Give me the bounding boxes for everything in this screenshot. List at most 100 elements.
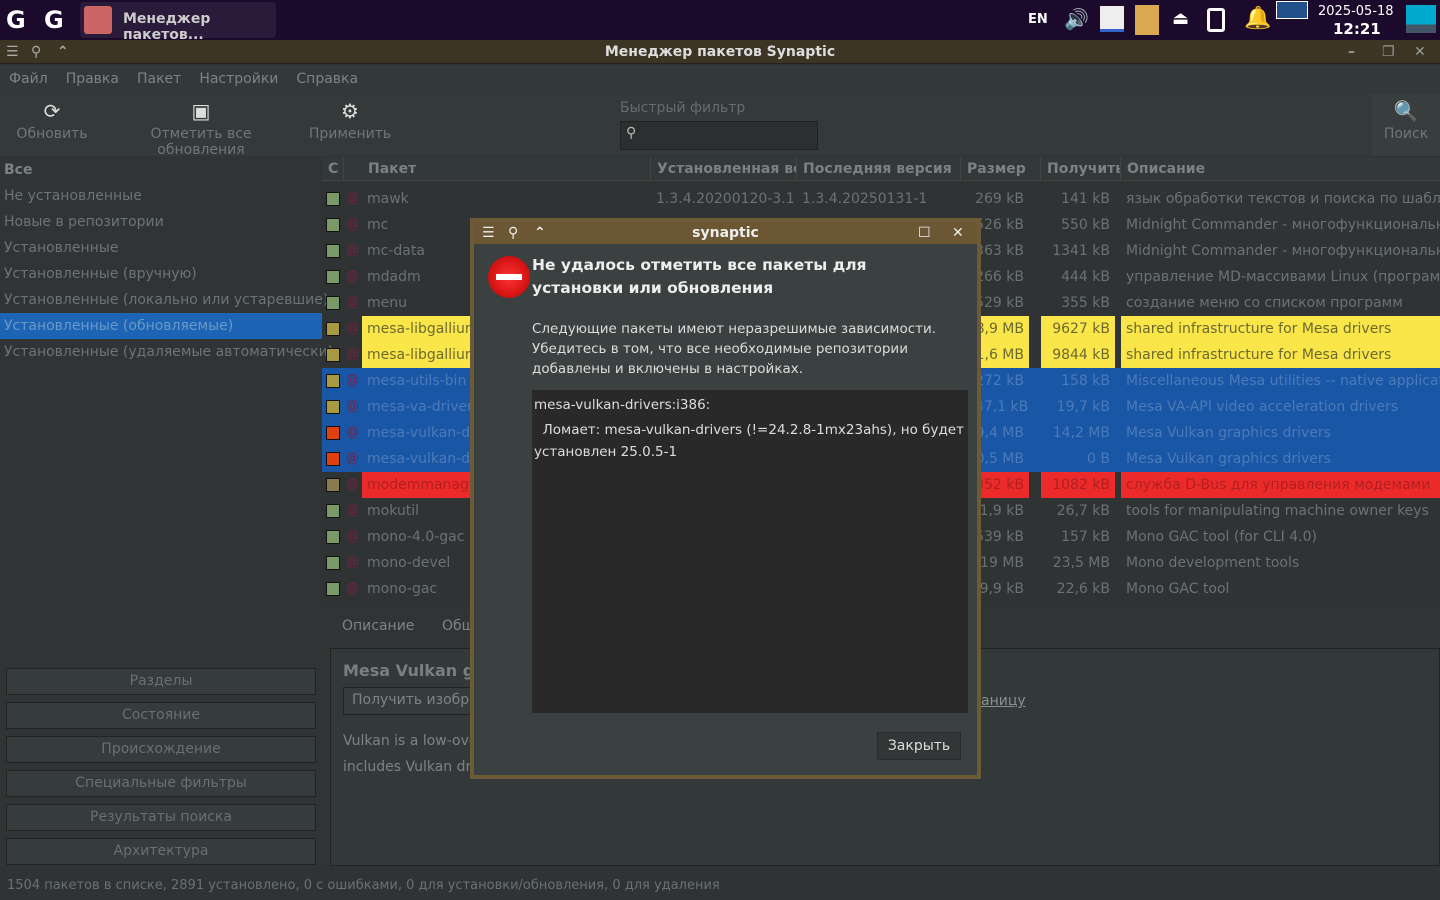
filter-group-button[interactable]: Специальные фильтры xyxy=(6,770,316,797)
window-menu-icon[interactable]: ☰ xyxy=(482,222,495,244)
pin-icon[interactable]: ⚲ xyxy=(508,222,518,244)
filter-item[interactable]: Установленные (удаляемые автоматически) xyxy=(0,339,333,365)
filter-group-button[interactable]: Результаты поиска xyxy=(6,804,316,831)
volume-icon[interactable]: 🔊 xyxy=(1064,7,1089,31)
status-remove-icon[interactable] xyxy=(326,478,340,492)
debian-icon: @ xyxy=(346,191,359,206)
col-installed-version[interactable]: Установленная вер xyxy=(651,157,797,181)
restore-icon[interactable]: ❐ xyxy=(1382,40,1395,64)
workspace-icon[interactable] xyxy=(1276,1,1308,19)
mark-all-upgrades-button[interactable]: ▣ Отметить все обновления xyxy=(106,94,296,158)
close-button[interactable]: Закрыть xyxy=(877,732,961,760)
col-size[interactable]: Размер xyxy=(961,157,1041,181)
battery-icon[interactable] xyxy=(1207,8,1225,32)
close-icon[interactable]: ✕ xyxy=(1414,40,1426,64)
menu-package[interactable]: Пакет xyxy=(137,65,181,94)
description: Mono development tools xyxy=(1126,555,1300,571)
filter-group-button[interactable]: Происхождение xyxy=(6,736,316,763)
notification-bell-icon[interactable]: 🔔 xyxy=(1244,6,1271,31)
status-upgrade-icon[interactable] xyxy=(326,296,340,310)
quick-filter-label: Быстрый фильтр xyxy=(620,100,746,116)
reload-button[interactable]: ⟳ Обновить xyxy=(12,94,92,156)
debian-icon: @ xyxy=(346,373,359,388)
taskbar-item-synaptic[interactable]: Менеджер пакетов... xyxy=(80,2,276,43)
status-upgrade-icon[interactable] xyxy=(326,504,340,518)
status-upgrade-icon[interactable] xyxy=(326,556,340,570)
filter-item[interactable]: Все xyxy=(0,157,322,183)
pin-icon[interactable]: ⚲ xyxy=(31,40,41,64)
app-menu-icon[interactable]: G xyxy=(44,6,64,34)
homepage-link[interactable]: аницу xyxy=(981,693,1026,709)
description: Midnight Commander - многофункциональный xyxy=(1126,243,1440,259)
dialog-titlebar[interactable]: ☰ ⚲ ⌃ synaptic ☐ ✕ xyxy=(474,222,977,244)
status-upgrade-icon[interactable] xyxy=(326,218,340,232)
filter-item[interactable]: Установленные xyxy=(0,235,322,261)
menu-settings[interactable]: Настройки xyxy=(199,65,278,94)
status-upgrade-icon[interactable] xyxy=(326,270,340,284)
maximize-icon[interactable]: ☐ xyxy=(918,222,931,244)
keyboard-layout[interactable]: EN xyxy=(1028,12,1048,27)
status-upgrade-marked-icon[interactable] xyxy=(326,374,340,388)
filter-group-button[interactable]: Разделы xyxy=(6,668,316,695)
description: создание меню со списком программ xyxy=(1126,295,1403,311)
status-upgrade-marked-icon[interactable] xyxy=(326,348,340,362)
eject-icon[interactable]: ⏏ xyxy=(1172,8,1189,29)
clock[interactable]: 12:21 xyxy=(1333,20,1381,38)
window-titlebar[interactable]: ☰ ⚲ ⌃ Менеджер пакетов Synaptic – ❐ ✕ xyxy=(0,40,1440,64)
filter-group-button[interactable]: Архитектура xyxy=(6,838,316,865)
col-latest-version[interactable]: Последняя версия xyxy=(797,157,961,181)
description: tools for manipulating machine owner key… xyxy=(1126,503,1429,519)
col-package[interactable]: Пакет xyxy=(362,157,651,181)
debian-icon: @ xyxy=(346,529,359,544)
debian-icon: @ xyxy=(346,295,359,310)
filter-item[interactable]: Новые в репозитории xyxy=(0,209,322,235)
debian-icon: @ xyxy=(346,451,359,466)
toolbar: ⟳ Обновить ▣ Отметить все обновления ⚙ Прим… xyxy=(0,94,1440,158)
clipboard-icon[interactable] xyxy=(1135,5,1159,35)
col-description[interactable]: Описание xyxy=(1121,157,1440,181)
top-panel: G G Менеджер пакетов... EN 🔊 ⏏ 🔔 2025-05… xyxy=(0,0,1440,43)
description: Miscellaneous Mesa utilities -- native a… xyxy=(1126,373,1440,389)
filter-item[interactable]: Не установленные xyxy=(0,183,322,209)
download-size: 14,2 MB xyxy=(1052,425,1110,441)
status-upgrade-icon[interactable] xyxy=(326,192,340,206)
description: Mono GAC tool (for CLI 4.0) xyxy=(1126,529,1317,545)
status-upgrade-marked-icon[interactable] xyxy=(326,322,340,336)
filter-item[interactable]: Установленные (локально или устаревшие) xyxy=(0,287,328,313)
download-size: 22,6 kB xyxy=(1056,581,1110,597)
status-broken-icon[interactable] xyxy=(326,426,340,440)
status-upgrade-icon[interactable] xyxy=(326,530,340,544)
minimize-icon[interactable]: – xyxy=(1348,40,1355,64)
window-menu-icon[interactable]: ☰ xyxy=(6,40,19,64)
menu-file[interactable]: Файл xyxy=(9,65,48,94)
dialog-details[interactable]: mesa-vulkan-drivers:i386: Ломает: mesa-v… xyxy=(532,390,968,713)
col-status[interactable]: С xyxy=(322,157,344,181)
download-size: 1341 kB xyxy=(1052,243,1110,259)
menu-edit[interactable]: Правка xyxy=(66,65,119,94)
shade-icon[interactable]: ⌃ xyxy=(534,222,546,244)
pen-icon[interactable] xyxy=(1100,6,1124,32)
status-upgrade-marked-icon[interactable] xyxy=(326,400,340,414)
status-upgrade-icon[interactable] xyxy=(326,244,340,258)
filter-item[interactable]: Установленные (обновляемые) xyxy=(0,313,322,339)
table-row[interactable]: @ mawk 1.3.4.20200120-3.1 1.3.4.20250131-1 2… xyxy=(322,186,1440,212)
quick-filter-input[interactable]: ⚲ xyxy=(620,121,818,150)
search-button[interactable]: 🔍 Поиск xyxy=(1372,94,1440,156)
col-download[interactable]: Получить xyxy=(1041,157,1121,181)
filter-item[interactable]: Установленные (вручную) xyxy=(0,261,322,287)
app-menu-icon[interactable]: G xyxy=(6,6,26,34)
close-icon[interactable]: ✕ xyxy=(952,222,964,244)
menu-help[interactable]: Справка xyxy=(296,65,358,94)
synaptic-icon xyxy=(84,6,112,34)
status-upgrade-icon[interactable] xyxy=(326,582,340,596)
get-screenshot-button[interactable]: Получить изобра xyxy=(343,687,483,715)
shade-icon[interactable]: ⌃ xyxy=(57,40,69,64)
tab-description[interactable]: Описание xyxy=(342,618,414,634)
download-size: 158 kB xyxy=(1061,373,1110,389)
apply-button[interactable]: ⚙ Применить xyxy=(308,94,392,156)
show-desktop-icon[interactable] xyxy=(1406,5,1436,33)
filter-group-button[interactable]: Состояние xyxy=(6,702,316,729)
debian-icon: @ xyxy=(346,477,359,492)
status-broken-icon[interactable] xyxy=(326,452,340,466)
installed-version: 1.3.4.20200120-3.1 xyxy=(656,191,795,207)
